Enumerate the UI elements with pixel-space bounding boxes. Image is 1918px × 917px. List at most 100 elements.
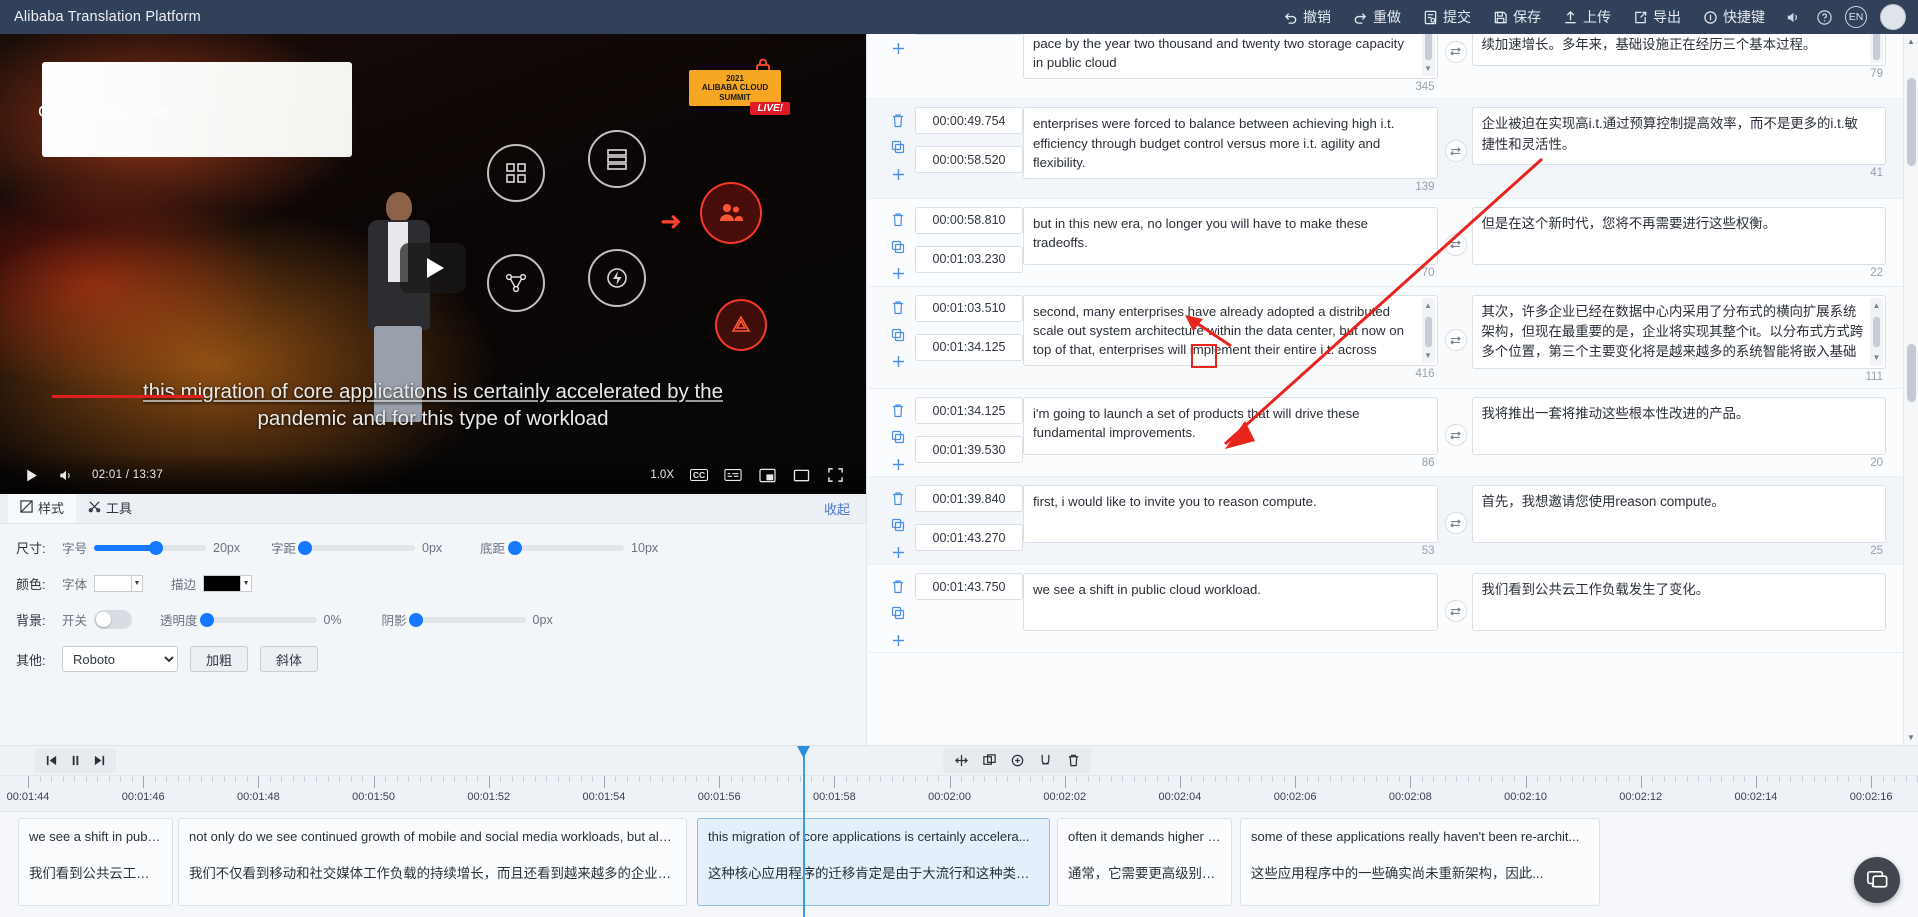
background-toggle[interactable] [94, 610, 133, 629]
playback-rate-button[interactable]: 1.0X [642, 469, 682, 481]
tab-tools[interactable]: 工具 [76, 494, 144, 523]
duplicate-row-icon[interactable] [888, 326, 908, 344]
timeline-clip[interactable]: this migration of core applications is c… [697, 818, 1050, 906]
collapse-panel-button[interactable]: 收起 [808, 494, 866, 523]
start-time-input[interactable]: 00:01:43.750 [915, 573, 1023, 601]
end-time-input[interactable]: 00:01:03.230 [915, 245, 1023, 273]
tab-style[interactable]: 样式 [8, 494, 77, 523]
chat-bubble-icon[interactable] [1854, 857, 1900, 903]
delete-row-icon[interactable] [888, 299, 908, 317]
shadow-slider[interactable] [408, 612, 526, 627]
font-size-slider[interactable] [94, 540, 207, 555]
skip-end-icon[interactable] [88, 751, 110, 771]
source-text-input[interactable]: enterprises were forced to balance betwe… [1023, 107, 1438, 179]
bottom-margin-slider[interactable] [508, 540, 625, 555]
timeline-clip[interactable]: often it demands higher lev... 通常，它需要更高级别… [1057, 818, 1232, 906]
duplicate-row-icon[interactable] [888, 516, 908, 534]
subtitle-row[interactable]: 00:01:03.510 00:01:34.125 second, many ent… [867, 286, 1918, 390]
submit-button[interactable]: 提交 [1412, 2, 1482, 32]
start-time-input[interactable]: 00:01:34.125 [915, 397, 1023, 425]
delete-row-icon[interactable] [888, 401, 908, 419]
skip-start-icon[interactable] [40, 751, 62, 771]
swap-text-button[interactable] [1444, 140, 1467, 163]
stroke-color-picker[interactable]: ▼ [203, 575, 253, 592]
save-button[interactable]: 保存 [1482, 2, 1552, 32]
letter-spacing-slider[interactable] [298, 540, 416, 555]
magnet-icon[interactable] [1033, 750, 1057, 771]
start-time-input[interactable]: 00:01:39.840 [915, 485, 1023, 513]
shortcut-button[interactable]: 快捷键 [1692, 2, 1776, 32]
sound-icon[interactable] [1776, 3, 1808, 31]
add-row-icon[interactable] [888, 353, 908, 371]
swap-text-button[interactable] [1444, 512, 1467, 535]
subtitle-row[interactable]: 00:00:58.810 00:01:03.230 but in this new … [867, 199, 1918, 287]
scrollbar-thumb[interactable] [1907, 78, 1916, 166]
opacity-slider[interactable] [199, 612, 317, 627]
subtitle-list-scrollbar[interactable]: ▲ ▼ [1903, 34, 1918, 745]
scroll-up-arrow-icon[interactable]: ▲ [1873, 300, 1881, 312]
delete-row-icon[interactable] [888, 577, 908, 595]
volume-button[interactable] [48, 460, 82, 490]
font-family-select[interactable]: Roboto [62, 646, 178, 672]
target-text-input[interactable]: 其次，许多企业已经在数据中心内采用了分布式的横向扩展系统架构，但现在最重要的是，… [1471, 294, 1886, 370]
scrollbar-thumb-secondary[interactable] [1907, 344, 1916, 402]
theater-icon[interactable] [784, 460, 818, 490]
scroll-down-arrow-icon[interactable]: ▼ [1424, 350, 1432, 362]
subtitle-row[interactable]: 00:01:43.750 we see a shift in public clo… [867, 565, 1918, 654]
chevron-down-icon[interactable]: ▼ [241, 575, 253, 592]
source-text-input[interactable]: i'm going to launch a set of products th… [1023, 397, 1438, 456]
video-player[interactable]: C-] Alibaba Cloud ➜ 2021 ALIBABA CLOUD S… [0, 34, 866, 494]
target-text-input[interactable]: 但是在这个新时代，您将不再需要进行这些权衡。 [1471, 206, 1886, 265]
merge-icon[interactable] [1005, 750, 1029, 771]
delete-icon[interactable] [1061, 750, 1085, 771]
help-icon[interactable] [1808, 3, 1840, 31]
duplicate-row-icon[interactable] [888, 138, 908, 156]
timeline-clip[interactable]: some of these applications really haven'… [1240, 818, 1600, 906]
swap-text-button[interactable] [1444, 329, 1467, 351]
source-text-scrollbar[interactable]: ▲▼ [1421, 34, 1435, 77]
end-time-input[interactable]: 00:01:34.125 [915, 333, 1023, 361]
target-text-scrollbar[interactable]: ▲▼ [1870, 297, 1883, 367]
start-time-input[interactable]: 00:00:49.754 [915, 107, 1023, 135]
source-text-input[interactable]: first, i would like to invite you to rea… [1023, 485, 1438, 544]
fullscreen-icon[interactable] [818, 460, 852, 490]
subtitle-row[interactable]: 00:00:49.754traditional i.t. and a cloud… [867, 34, 1918, 100]
scroll-down-arrow-icon[interactable]: ▼ [1904, 730, 1918, 745]
target-text-scrollbar[interactable]: ▲▼ [1870, 34, 1883, 63]
swap-text-button[interactable] [1444, 424, 1467, 447]
scroll-up-arrow-icon[interactable]: ▲ [1424, 300, 1432, 312]
delete-row-icon[interactable] [888, 111, 908, 129]
delete-row-icon[interactable] [888, 211, 908, 229]
target-text-input[interactable]: 我们看到公共云工作负载发生了变化。 [1471, 573, 1886, 632]
pause-icon[interactable] [64, 751, 86, 771]
add-row-icon[interactable] [888, 165, 908, 183]
start-time-input[interactable]: 00:01:03.510 [915, 294, 1023, 322]
target-text-input[interactable]: 首先，我想邀请您使用reason compute。 [1471, 485, 1886, 544]
delete-row-icon[interactable] [888, 489, 908, 507]
duplicate-row-icon[interactable] [888, 604, 908, 622]
export-button[interactable]: 导出 [1622, 2, 1692, 32]
subtitle-row[interactable]: 00:00:49.754 00:00:58.520 enterprises were… [867, 99, 1918, 199]
add-row-icon[interactable] [888, 631, 908, 649]
pip-icon[interactable] [750, 460, 784, 490]
language-switcher[interactable]: EN [1840, 3, 1872, 31]
source-text-input[interactable]: but in this new era, no longer you will … [1023, 206, 1438, 265]
scroll-up-arrow-icon[interactable]: ▲ [1904, 34, 1918, 49]
start-time-input[interactable]: 00:00:58.810 [915, 206, 1023, 234]
end-time-input[interactable]: 00:00:49.754 [915, 34, 1023, 35]
avatar[interactable] [1880, 4, 1906, 30]
add-row-icon[interactable] [888, 543, 908, 561]
swap-text-button[interactable] [1444, 40, 1467, 63]
target-text-input[interactable]: 我将推出一套将推动这些根本性改进的产品。 [1471, 397, 1886, 456]
bold-button[interactable]: 加粗 [190, 646, 249, 672]
add-row-icon[interactable] [888, 265, 908, 283]
subtitle-settings-icon[interactable] [716, 460, 750, 490]
split-icon[interactable] [977, 750, 1001, 771]
end-time-input[interactable]: 00:00:58.520 [915, 146, 1023, 174]
swap-text-button[interactable] [1444, 600, 1467, 623]
source-text-scrollbar[interactable]: ▲▼ [1421, 297, 1435, 364]
source-text-input[interactable]: we see a shift in public cloud workload. [1023, 573, 1438, 632]
target-text-input[interactable]: 代，公共云的存储容量将超过传统的企业数据中心，那么云将继续加速增长。多年来，基础… [1471, 34, 1886, 66]
timeline-clip[interactable]: not only do we see continued growth of m… [178, 818, 687, 906]
subtitle-row[interactable]: 00:01:34.125 00:01:39.530 i'm going to lau… [867, 389, 1918, 478]
